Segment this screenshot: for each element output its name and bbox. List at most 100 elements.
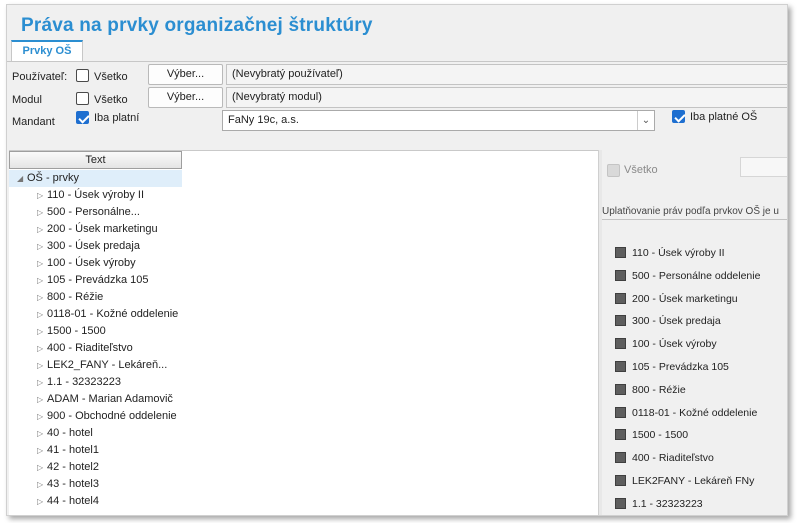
- triangle-right-icon[interactable]: ▷: [37, 459, 47, 476]
- tree-node-label: 400 - Riaditeľstvo: [47, 342, 133, 354]
- tree-node-label: 300 - Úsek predaja: [47, 240, 140, 252]
- rights-item-checkbox[interactable]: [615, 315, 626, 327]
- tree-node[interactable]: ▷ 40 - hotel: [37, 425, 93, 442]
- tree-node[interactable]: ▷ 44 - hotel4: [37, 493, 99, 510]
- tree-node-label: LEK2_FANY - Lekáreň...: [47, 359, 168, 371]
- tree-node[interactable]: ▷ 43 - hotel3: [37, 476, 99, 493]
- rights-item-label: 110 - Úsek výroby II: [632, 247, 725, 259]
- rights-item-checkbox[interactable]: [615, 292, 626, 304]
- tree-node[interactable]: ▷ 900 - Obchodné oddelenie: [37, 408, 177, 425]
- triangle-right-icon[interactable]: ▷: [37, 204, 47, 221]
- rights-item-checkbox[interactable]: [615, 361, 626, 372]
- tree-root-label: OŠ - prvky: [27, 172, 79, 184]
- tree-node[interactable]: ▷ 800 - Réžie: [37, 289, 103, 306]
- rights-item-label: 500 - Personálne oddelenie: [632, 269, 761, 282]
- only-valid-os-checkbox[interactable]: [672, 110, 685, 123]
- user-select-button[interactable]: Výber...: [148, 64, 223, 85]
- triangle-right-icon[interactable]: ▷: [37, 357, 47, 374]
- triangle-right-icon[interactable]: ▷: [37, 493, 47, 510]
- rights-item-checkbox[interactable]: [615, 338, 626, 350]
- rights-item[interactable]: 110 - Úsek výroby II: [615, 245, 725, 261]
- tree-node[interactable]: ▷ 0118-01 - Kožné oddelenie: [37, 306, 178, 323]
- triangle-right-icon[interactable]: ▷: [37, 374, 47, 391]
- rights-column-header: Uplatňovanie práv podľa prvkov OŠ je u: [602, 204, 787, 220]
- tree-node-label: 100 - Úsek výroby: [47, 257, 136, 269]
- rights-panel: Všetko Uplatňovanie práv podľa prvkov OŠ…: [602, 150, 787, 515]
- rights-item[interactable]: 1500 - 1500: [615, 427, 688, 443]
- user-field[interactable]: (Nevybratý používateľ): [226, 64, 787, 85]
- only-valid-label: Iba platní: [94, 112, 140, 124]
- org-tree[interactable]: Text ◢ OŠ - prvky ▷ 110 - Úsek výroby II ▷ 5…: [9, 150, 598, 515]
- triangle-right-icon[interactable]: ▷: [37, 221, 47, 238]
- module-field[interactable]: (Nevybratý modul): [226, 87, 787, 108]
- rights-item[interactable]: 1.1 - 32323223: [615, 496, 703, 512]
- triangle-right-icon[interactable]: ▷: [37, 340, 47, 357]
- tree-node-label: 43 - hotel3: [47, 478, 99, 490]
- rights-item-checkbox[interactable]: [615, 247, 626, 258]
- tree-node[interactable]: ▷ 42 - hotel2: [37, 459, 99, 476]
- triangle-down-icon[interactable]: ◢: [17, 170, 27, 187]
- tree-node[interactable]: ▷ 500 - Personálne...: [37, 204, 140, 221]
- tree-node[interactable]: ▷ 200 - Úsek marketingu: [37, 221, 158, 238]
- tree-node[interactable]: ▷ 1.1 - 32323223: [37, 374, 121, 391]
- rights-item[interactable]: 100 - Úsek výroby: [615, 336, 717, 352]
- triangle-right-icon[interactable]: ▷: [37, 425, 47, 442]
- user-all-checkbox[interactable]: [76, 69, 89, 82]
- rights-item[interactable]: 500 - Personálne oddelenie: [615, 268, 760, 284]
- rights-item-checkbox[interactable]: [615, 269, 626, 281]
- triangle-right-icon[interactable]: ▷: [37, 187, 47, 204]
- triangle-right-icon[interactable]: ▷: [37, 272, 47, 289]
- rights-item-checkbox[interactable]: [615, 383, 626, 395]
- chevron-down-icon[interactable]: ⌄: [637, 111, 654, 130]
- tree-node[interactable]: ▷ LEK2_FANY - Lekáreň...: [37, 357, 167, 374]
- rights-item[interactable]: 300 - Úsek predaja: [615, 313, 721, 329]
- tree-root-node[interactable]: ◢ OŠ - prvky: [9, 170, 182, 187]
- tree-node[interactable]: ▷ 110 - Úsek výroby II: [37, 187, 144, 204]
- triangle-right-icon[interactable]: ▷: [37, 306, 47, 323]
- tree-node[interactable]: ▷ 105 - Prevádzka 105: [37, 272, 149, 289]
- rights-item-checkbox[interactable]: [615, 497, 626, 509]
- mandant-combo[interactable]: FaNy 19c, a.s. ⌄: [222, 110, 655, 131]
- tree-column-header[interactable]: Text: [9, 151, 182, 169]
- rights-item[interactable]: 200 - Úsek marketingu: [615, 291, 738, 307]
- tree-node-label: 40 - hotel: [47, 427, 93, 439]
- tree-node[interactable]: ▷ 1500 - 1500: [37, 323, 106, 340]
- rights-item[interactable]: LEK2FANY - Lekáreň FNy: [615, 473, 754, 489]
- tree-node-label: ADAM - Marian Adamovič: [47, 393, 173, 405]
- rights-item[interactable]: 800 - Réžie: [615, 382, 686, 398]
- user-all-label: Všetko: [94, 71, 128, 83]
- only-valid-checkbox[interactable]: [76, 111, 89, 124]
- rights-filter-field: [740, 157, 787, 177]
- rights-item-checkbox[interactable]: [615, 475, 626, 486]
- triangle-right-icon[interactable]: ▷: [37, 238, 47, 255]
- module-select-button[interactable]: Výber...: [148, 87, 223, 108]
- tree-node-label: 1.1 - 32323223: [47, 376, 122, 388]
- page-title: Práva na prvky organizačnej štruktúry: [21, 15, 373, 36]
- triangle-right-icon[interactable]: ▷: [37, 391, 47, 408]
- triangle-right-icon[interactable]: ▷: [37, 442, 47, 459]
- tab-bar: Prvky OŠ: [7, 39, 787, 62]
- triangle-right-icon[interactable]: ▷: [37, 289, 47, 306]
- rights-item[interactable]: 0118-01 - Kožné oddelenie: [615, 405, 757, 421]
- triangle-right-icon[interactable]: ▷: [37, 476, 47, 493]
- triangle-right-icon[interactable]: ▷: [37, 408, 47, 425]
- tree-node-label: 200 - Úsek marketingu: [47, 223, 158, 235]
- tree-node-label: 41 - hotel1: [47, 444, 99, 456]
- triangle-right-icon[interactable]: ▷: [37, 323, 47, 340]
- tree-node[interactable]: ▷ ADAM - Marian Adamovič: [37, 391, 173, 408]
- tree-node[interactable]: ▷ 400 - Riaditeľstvo: [37, 340, 133, 357]
- rights-item-checkbox[interactable]: [615, 406, 626, 418]
- rights-item[interactable]: 105 - Prevádzka 105: [615, 359, 729, 375]
- tree-node[interactable]: ▷ 300 - Úsek predaja: [37, 238, 140, 255]
- rights-item[interactable]: 400 - Riaditeľstvo: [615, 450, 714, 466]
- rights-item-checkbox[interactable]: [615, 429, 626, 441]
- tree-node[interactable]: ▷ 100 - Úsek výroby: [37, 255, 136, 272]
- only-valid-os-label: Iba platné OŠ: [690, 111, 758, 123]
- tree-node-label: 105 - Prevádzka 105: [47, 274, 149, 286]
- rights-item-checkbox[interactable]: [615, 452, 626, 464]
- module-all-checkbox[interactable]: [76, 92, 89, 105]
- triangle-right-icon[interactable]: ▷: [37, 255, 47, 272]
- tab-prvky-os[interactable]: Prvky OŠ: [11, 40, 83, 62]
- tree-node[interactable]: ▷ 41 - hotel1: [37, 442, 99, 459]
- window: Práva na prvky organizačnej štruktúry Pr…: [6, 4, 788, 516]
